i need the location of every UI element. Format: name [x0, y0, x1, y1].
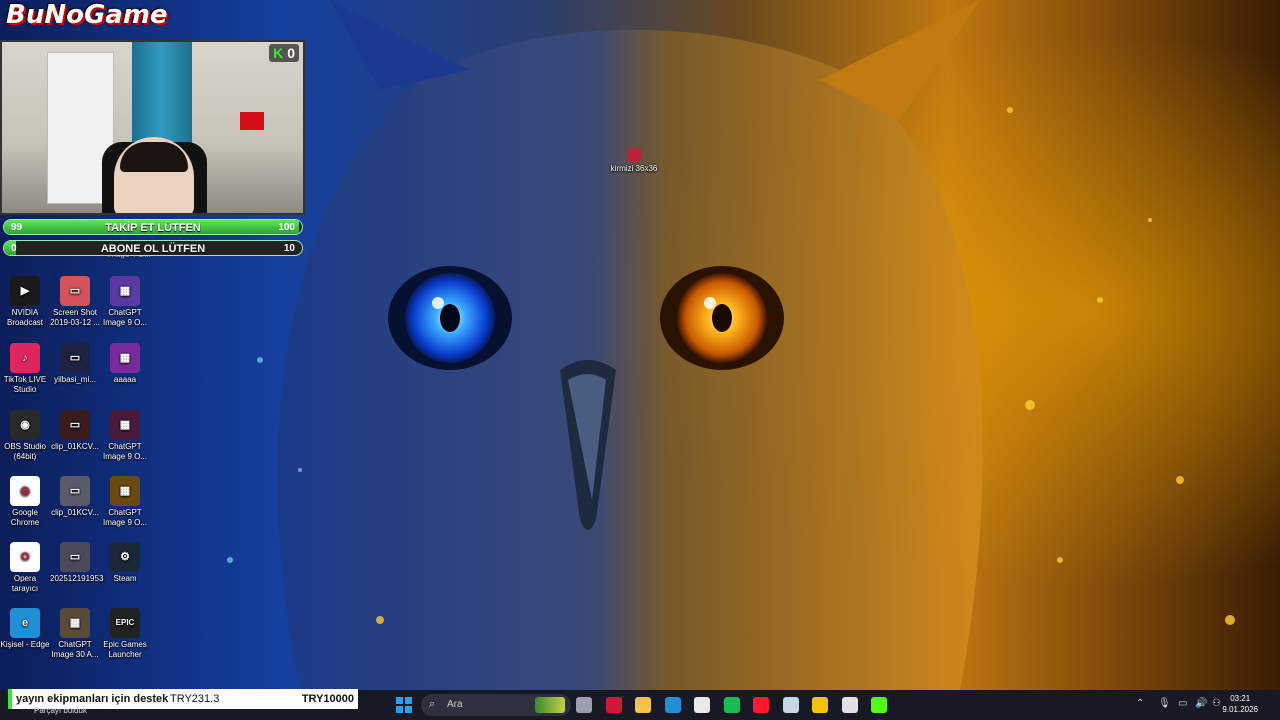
search-placeholder: Ara: [447, 699, 463, 710]
goal-target: 100: [278, 222, 295, 233]
goal-target: 10: [283, 243, 295, 254]
kick-viewer-counter: K0: [269, 44, 299, 62]
desktop-shortcut[interactable]: ▭ yilbasi_mi...: [50, 343, 100, 385]
display-icon[interactable]: ▭: [1178, 698, 1187, 709]
image-file-icon: ▭: [60, 276, 90, 306]
shortcut-label: Google Chrome: [10, 508, 40, 527]
goal-title: ABONE OL LÜTFEN: [100, 243, 206, 255]
video-file-icon: ▭: [60, 476, 90, 506]
image-file-icon: ▭: [60, 542, 90, 572]
shortcut-label: NVIDIA Broadcast: [6, 308, 44, 327]
desktop-shortcut[interactable]: ▦ ChatGPT Image 9 O...: [100, 476, 150, 528]
clock-date: 9.01.2026: [1222, 705, 1258, 714]
desktop-shortcut[interactable]: EPIC Epic Games Launcher: [100, 608, 150, 660]
epic-games-icon: EPIC: [110, 608, 140, 638]
shortcut-label: ChatGPT Image 30 A...: [51, 640, 99, 659]
desktop-shortcut[interactable]: ◎ Google Chrome: [0, 476, 50, 528]
steam-icon: ⚙: [110, 542, 140, 572]
taskbar-search[interactable]: ⌕ Ara: [421, 694, 571, 716]
microsoft-store-icon[interactable]: [694, 697, 710, 713]
search-icon: ⌕: [429, 698, 436, 710]
image-file-icon: ▦: [110, 410, 140, 440]
desktop-shortcut[interactable]: ♪ TikTok LIVE Studio: [0, 343, 50, 395]
image-file-icon: ▦: [110, 476, 140, 506]
webcam-overlay: K0: [0, 40, 305, 215]
shortcut-label: Opera tarayıcı: [11, 574, 39, 593]
channel-logo: BuNoGame: [6, 0, 168, 30]
overlay-caption: Parçayı bulduk: [34, 706, 87, 715]
obs-icon: ◉: [10, 410, 40, 440]
edge-icon[interactable]: [664, 697, 681, 713]
edge-icon: e: [10, 608, 40, 638]
desktop-shortcut[interactable]: ▦ ChatGPT Image 30 A...: [50, 608, 100, 660]
start-button[interactable]: [396, 697, 412, 713]
image-file-icon: ▭: [60, 343, 90, 373]
shortcut-label: clip_01KCV...: [51, 442, 99, 451]
chrome-icon[interactable]: [812, 697, 828, 713]
shortcut-label: Kişisel - Edge: [0, 640, 50, 649]
webcam-flag: [240, 112, 264, 130]
image-file-icon: ▦: [60, 608, 90, 638]
shortcut-label: Steam: [113, 574, 137, 583]
network-icon[interactable]: ⚇: [1212, 698, 1221, 709]
donation-current: TRY231.3: [170, 693, 220, 705]
desktop-shortcut[interactable]: ▦ ChatGPT Image 9 O...: [100, 276, 150, 328]
shortcut-label: yilbasi_mi...: [54, 375, 96, 384]
webcam-curtain: [132, 42, 192, 152]
spotify-icon[interactable]: [723, 697, 740, 713]
shortcut-label: ChatGPT Image 9 O...: [102, 442, 148, 461]
video-file-icon: ▭: [60, 410, 90, 440]
opera-gx-icon[interactable]: [605, 697, 622, 713]
viewer-count: 0: [287, 45, 295, 61]
shortcut-label: Epic Games Launcher: [103, 640, 147, 659]
kick-icon: K: [273, 45, 284, 61]
microphone-icon[interactable]: 🎙: [1158, 698, 1171, 709]
desktop-shortcut[interactable]: ▭ clip_01KCV...: [50, 410, 100, 452]
desktop-shortcut[interactable]: ▦ aaaaa: [100, 343, 150, 385]
desktop-shortcut[interactable]: ▭ Screen Shot 2019-03-12 ...: [50, 276, 100, 328]
webcam-hair: [120, 142, 188, 172]
shortcut-label: kirmizi 36x36: [610, 164, 658, 173]
desktop-shortcut[interactable]: ◉ OBS Studio (64bit): [0, 410, 50, 462]
chrome-icon: ◎: [10, 476, 40, 506]
nvidia-icon: ▶: [10, 276, 40, 306]
shortcut-label: ChatGPT Image 9 O...: [102, 308, 148, 327]
opera-icon[interactable]: [753, 697, 769, 713]
system-clock[interactable]: 03:21 9.01.2026: [1222, 693, 1258, 715]
donation-target: TRY10000: [301, 693, 354, 705]
follow-goal-bar: 99 TAKİP ET LÜTFEN 100: [3, 219, 303, 235]
chatgpt-icon[interactable]: [841, 697, 858, 713]
chevron-up-icon[interactable]: ⌃: [1136, 698, 1144, 709]
desktop-shortcut[interactable]: ▭ clip_01KCV...: [50, 476, 100, 518]
file-explorer-icon[interactable]: [635, 697, 651, 713]
subscribe-goal-bar: 0 ABONE OL LÜTFEN 10: [3, 240, 303, 256]
desktop-shortcut[interactable]: ⚙ Steam: [100, 542, 150, 584]
desktop-shortcut[interactable]: O Opera tarayıcı: [0, 542, 50, 594]
shortcut-label: Screen Shot 2019-03-12 ...: [50, 308, 100, 327]
kick-icon[interactable]: [871, 697, 887, 713]
shortcut-label: TikTok LIVE Studio: [3, 375, 47, 394]
shortcut-label: 202512191953: [50, 574, 104, 583]
tiktok-icon: ♪: [10, 343, 40, 373]
desktop-shortcut-kirmizi[interactable]: kirmizi 36x36: [606, 148, 662, 174]
desktop-shortcut[interactable]: ▦ ChatGPT Image 9 O...: [100, 410, 150, 462]
donation-title: yayın ekipmanları için destek: [16, 693, 169, 705]
shortcut-label: aaaaa: [113, 375, 137, 384]
desktop-shortcut[interactable]: ▭ 202512191953: [50, 542, 104, 584]
steam-icon[interactable]: [782, 697, 799, 713]
search-highlight-image: [535, 697, 565, 713]
shortcut-label: clip_01KCV...: [51, 508, 99, 517]
task-view-icon[interactable]: [576, 697, 592, 713]
opera-icon: O: [10, 542, 40, 572]
image-file-icon: ▦: [110, 276, 140, 306]
desktop-shortcut[interactable]: ▶ NVIDIA Broadcast: [0, 276, 50, 328]
desktop-shortcut[interactable]: e Kişisel - Edge: [0, 608, 50, 650]
volume-icon[interactable]: 🔊: [1195, 698, 1207, 709]
image-file-icon: [627, 148, 641, 162]
goal-title: TAKİP ET LÜTFEN: [105, 222, 201, 234]
shortcut-label: OBS Studio (64bit): [4, 442, 46, 461]
image-file-icon: ▦: [110, 343, 140, 373]
clock-time: 03:21: [1230, 694, 1251, 703]
shortcut-label: ChatGPT Image 9 O...: [102, 508, 148, 527]
